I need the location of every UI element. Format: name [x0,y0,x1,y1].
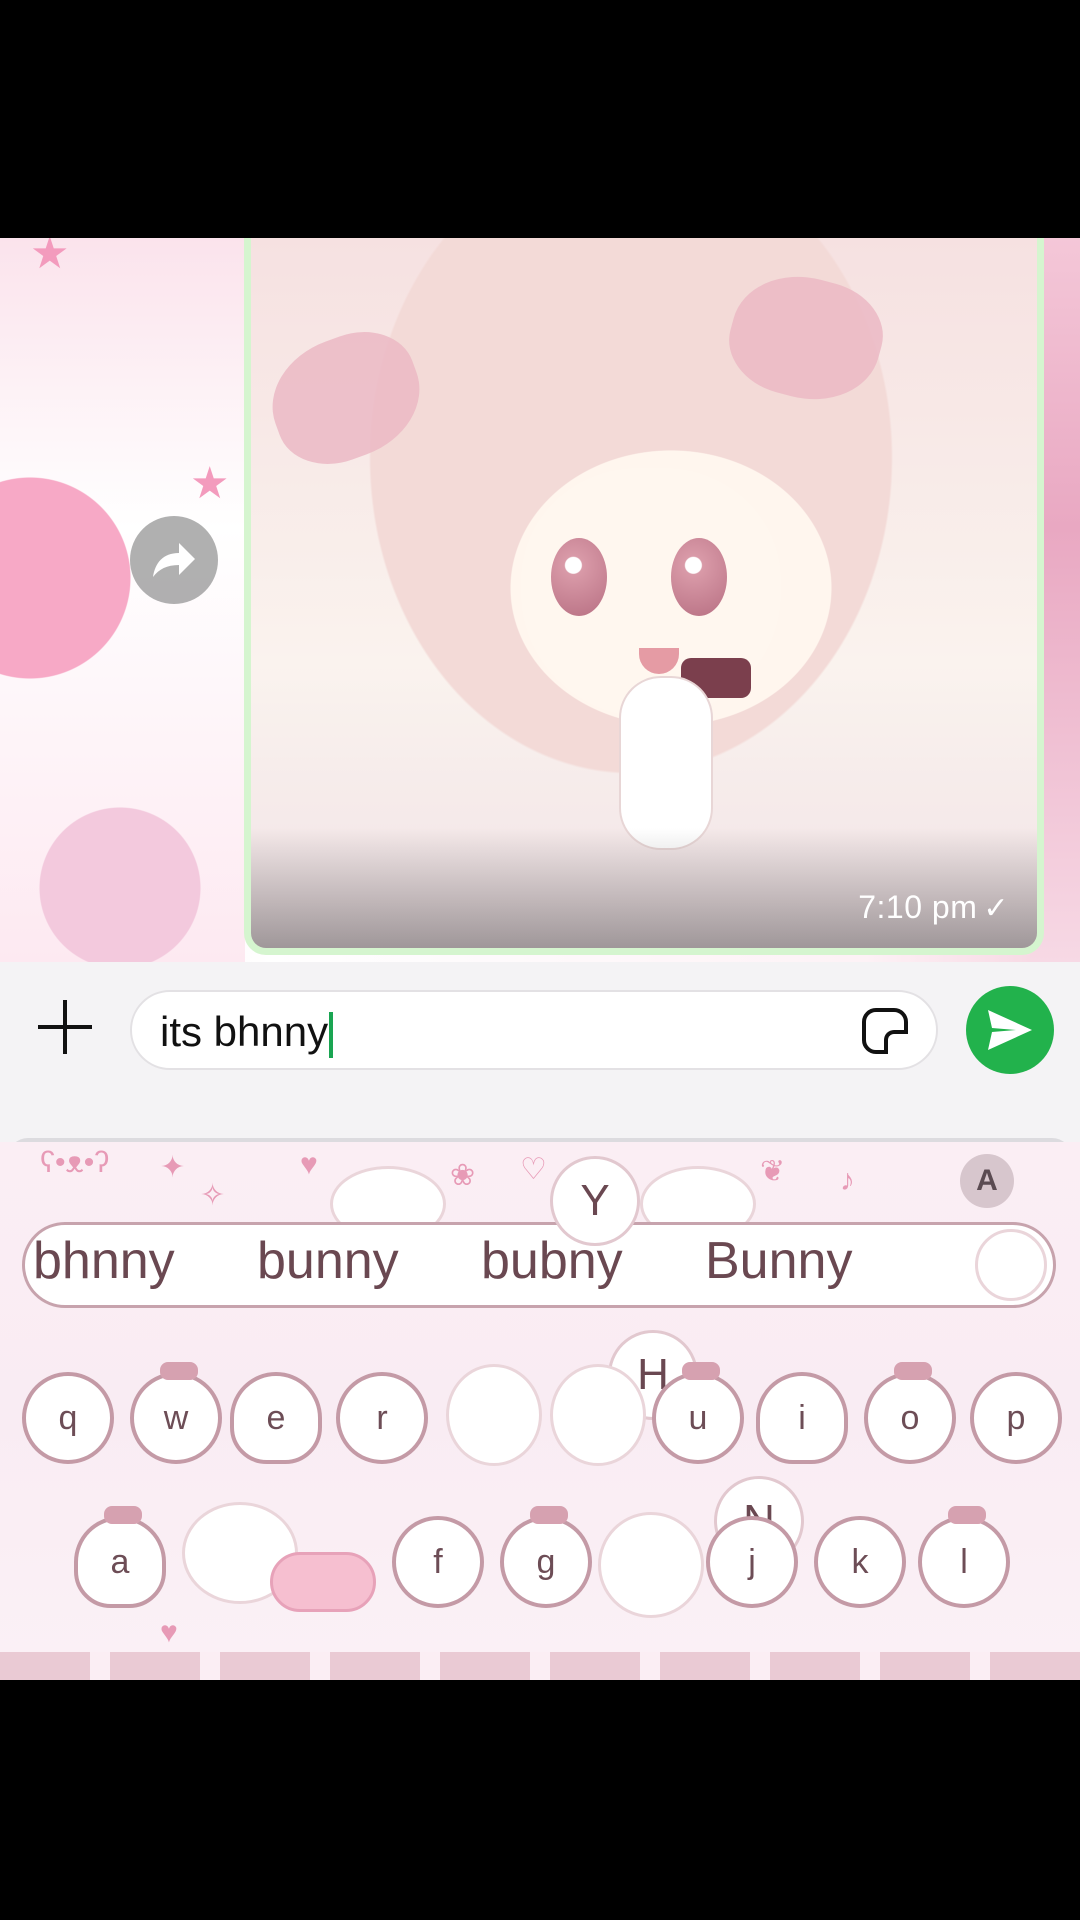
bow-icon [682,1362,720,1380]
key-p[interactable]: p [970,1372,1062,1464]
key-o[interactable]: o [864,1362,956,1464]
cherry-icon: ♡ [520,1153,547,1186]
key-f[interactable]: f [392,1516,484,1608]
keyboard: ʕ•ᴥ•ʔ ✦ ✧ ♥ ❀ ♡ ❦ ♪ A bhnny bunny bubny … [0,1142,1080,1680]
key-q[interactable]: q [22,1372,114,1464]
key-label: w [163,1398,189,1437]
key-k[interactable]: k [814,1516,906,1608]
key-label: f [433,1542,443,1581]
chat-area: ★ ★ 7:10 pm ✓ [0,238,1080,962]
key-label: r [376,1398,388,1437]
bow-icon [530,1506,568,1524]
bear-decoration: ʕ•ᴥ•ʔ [40,1146,110,1179]
key-j[interactable]: j [706,1516,798,1608]
bow-icon [104,1506,142,1524]
key-label: o [900,1398,920,1437]
message-text: its bhnny [160,1008,329,1055]
sparkle-icon: ✧ [200,1179,226,1212]
send-icon [988,1010,1032,1050]
key-l[interactable]: l [918,1506,1010,1608]
bow-icon [894,1362,932,1380]
key-label: g [536,1542,556,1581]
key-r[interactable]: r [336,1372,428,1464]
macaron-decoration [270,1552,376,1612]
message-time: 7:10 pm [858,889,978,925]
keyboard-top-edge [0,1098,1080,1158]
candy-decoration: ❀ [450,1159,476,1192]
keyboard-row3-partial [0,1652,1080,1680]
bow-icon [160,1362,198,1380]
forward-icon [153,543,195,577]
key-label: a [110,1542,130,1581]
dog-key-decoration [598,1512,704,1618]
check-icon: ✓ [983,892,1009,925]
image-message-bubble[interactable]: 7:10 pm ✓ [244,238,1044,955]
illustration-eye [671,538,727,616]
plus-icon[interactable] [34,996,96,1058]
key-label: j [748,1542,756,1581]
key-label: u [688,1398,708,1437]
key-a[interactable]: a [74,1506,166,1608]
theme-button[interactable]: A [960,1154,1014,1208]
heart-icon: ♥ [300,1148,318,1181]
star-decoration: ★ [30,238,70,278]
heart-icon: ♥ [160,1616,178,1649]
illustration-hand [621,678,711,848]
bow-icon: ❦ [760,1155,786,1188]
chat-wallpaper-left: ★ ★ [0,238,245,962]
text-caret [329,1011,334,1058]
send-button[interactable] [966,986,1054,1074]
key-w[interactable]: w [130,1362,222,1464]
key-label: k [851,1542,869,1581]
star-decoration: ★ [190,459,230,508]
key-label: p [1006,1398,1026,1437]
key-g[interactable]: g [500,1506,592,1608]
key-label: e [266,1398,286,1437]
illustration-bow [718,260,894,416]
cat-key-decoration [446,1364,542,1466]
key-label: l [960,1542,968,1581]
message-input-bar: its bhnny [0,962,1080,1098]
screen: ★ ★ 7:10 pm ✓ its bhnny ʕ•ᴥ•ʔ ✦ ✧ ♥ ❀ ♡ … [0,238,1080,1680]
key-e[interactable]: e [230,1372,322,1464]
key-label: q [58,1398,78,1437]
cherry-icon: ♪ [840,1164,855,1197]
suggestion-1[interactable]: bhnny [33,1231,175,1291]
bunny-decoration [975,1229,1047,1301]
illustration-bow [255,315,437,481]
bunny-key-decoration [550,1364,646,1466]
message-text-wrap: its bhnny [160,1008,334,1058]
forward-button[interactable] [130,516,218,604]
key-popup-y: Y [550,1156,640,1246]
key-u[interactable]: u [652,1362,744,1464]
bow-icon [948,1506,986,1524]
message-input[interactable]: its bhnny [130,990,938,1070]
sparkle-icon: ✦ [160,1151,186,1184]
illustration-eye [551,538,607,616]
sticker-icon[interactable] [862,1008,908,1054]
suggestion-2[interactable]: bunny [257,1231,399,1291]
suggestion-strip: bhnny bunny bubny Bunny [22,1222,1056,1308]
photo-shade [251,828,1037,948]
key-label: i [798,1398,806,1437]
message-timestamp: 7:10 pm ✓ [858,889,1009,926]
key-i[interactable]: i [756,1372,848,1464]
suggestion-4[interactable]: Bunny [705,1231,852,1291]
